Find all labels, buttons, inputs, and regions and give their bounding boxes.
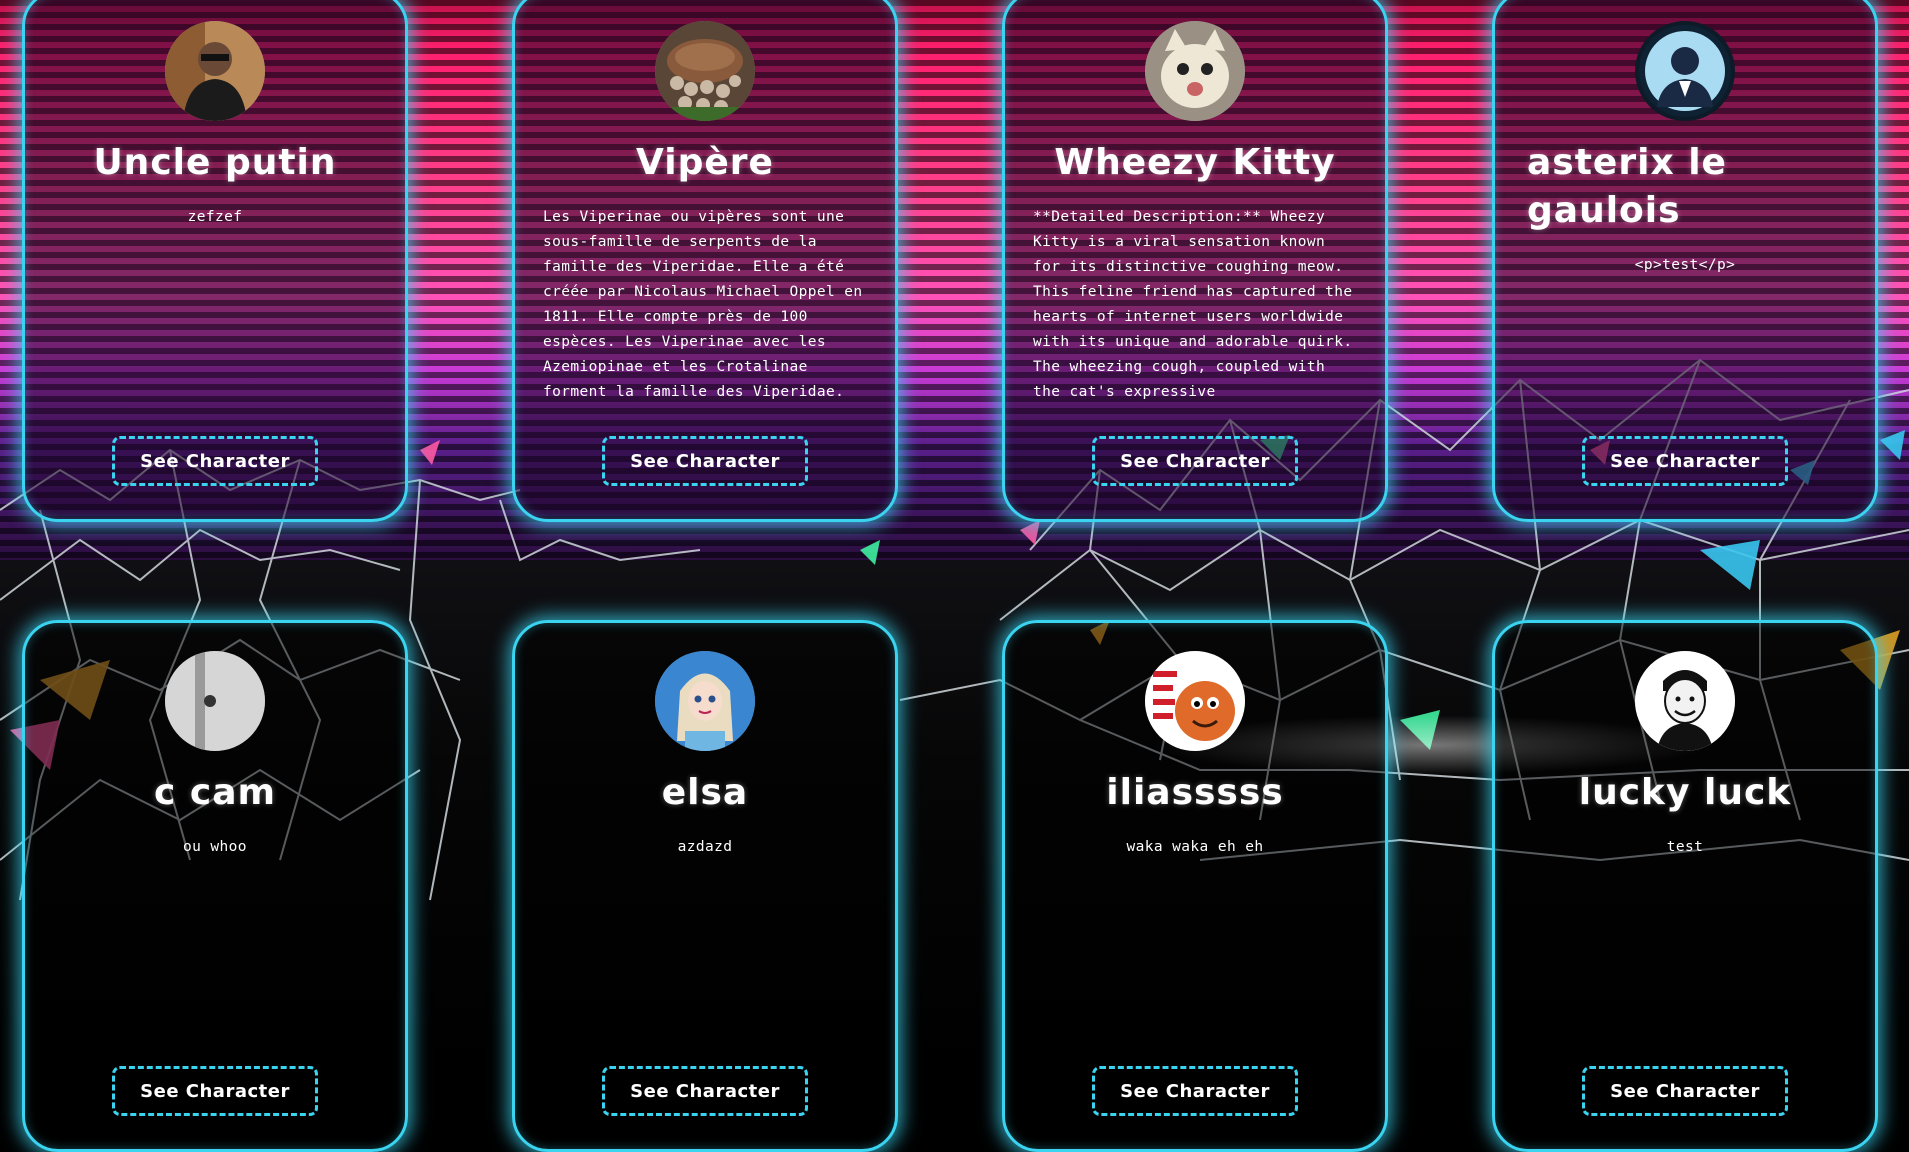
cat-face-icon: [1145, 21, 1245, 121]
see-character-button[interactable]: See Character: [112, 1066, 318, 1116]
see-character-button[interactable]: See Character: [1092, 1066, 1298, 1116]
bw-portrait-icon: [1635, 651, 1735, 751]
character-description: azdazd: [677, 839, 733, 855]
character-description: Les Viperinae ou vipères sont une sous-f…: [543, 209, 863, 400]
character-name: Uncle putin: [93, 142, 337, 183]
character-description: zefzef: [187, 209, 243, 225]
orange-monster-icon: [1145, 651, 1245, 751]
see-character-button[interactable]: See Character: [112, 436, 318, 486]
see-character-button[interactable]: See Character: [602, 436, 808, 486]
character-name: c cam: [153, 772, 277, 813]
character-description: waka waka eh eh: [1126, 839, 1264, 855]
character-card: c cam ou whoo See Character: [22, 620, 408, 1152]
character-name: lucky luck: [1578, 772, 1792, 813]
character-name: elsa: [661, 772, 749, 813]
user-suit-icon: [1635, 21, 1735, 121]
character-card: Vipère Les Viperinae ou vipères sont une…: [512, 0, 898, 522]
character-card: Wheezy Kitty **Detailed Description:** W…: [1002, 0, 1388, 522]
see-character-button[interactable]: See Character: [1092, 436, 1298, 486]
mushroom-house-icon: [655, 21, 755, 121]
character-name: Vipère: [636, 142, 774, 183]
elsa-portrait-icon: [655, 651, 755, 751]
character-card: iliasssss waka waka eh eh See Character: [1002, 620, 1388, 1152]
see-character-button[interactable]: See Character: [1582, 1066, 1788, 1116]
character-description: **Detailed Description:** Wheezy Kitty i…: [1033, 209, 1353, 400]
grey-photo-icon: [165, 651, 265, 751]
character-name: asterix le gaulois: [1527, 142, 1727, 231]
character-grid: Uncle putin zefzef See Character Vipère …: [22, 0, 1884, 1152]
character-name: iliasssss: [1106, 772, 1284, 813]
character-card: lucky luck test See Character: [1492, 620, 1878, 1152]
character-description: ou whoo: [183, 839, 247, 855]
character-name: Wheezy Kitty: [1054, 142, 1336, 183]
character-card: asterix le gaulois <p>test</p> See Chara…: [1492, 0, 1878, 522]
character-description: test: [1666, 839, 1704, 855]
see-character-button[interactable]: See Character: [602, 1066, 808, 1116]
character-card: elsa azdazd See Character: [512, 620, 898, 1152]
see-character-button[interactable]: See Character: [1582, 436, 1788, 486]
character-card: Uncle putin zefzef See Character: [22, 0, 408, 522]
man-portrait-icon: [165, 21, 265, 121]
character-description: <p>test</p>: [1634, 257, 1736, 273]
